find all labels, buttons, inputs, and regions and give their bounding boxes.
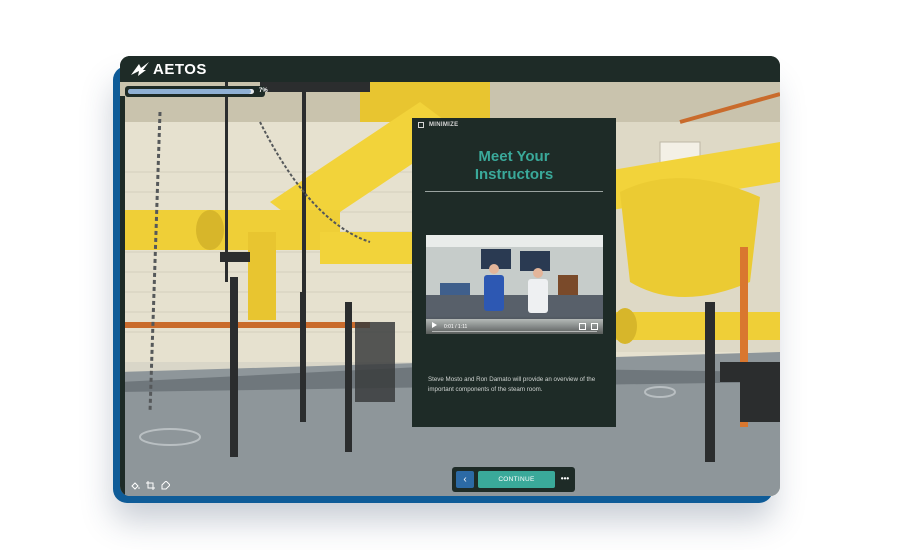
- crop-icon[interactable]: [146, 481, 155, 490]
- modal-description: Steve Mosto and Ron Damato will provide …: [428, 376, 596, 393]
- modal-title: Meet Your Instructors: [412, 148, 616, 184]
- video-control-icons: [579, 323, 598, 330]
- toolbar: [131, 481, 170, 490]
- instructor-video[interactable]: 0:01 / 1:11: [426, 235, 603, 334]
- steam-room-panorama[interactable]: 7% MINIMIZE Meet Your Instructors 0:01 /…: [120, 82, 780, 496]
- aetos-logo: AETOS: [130, 60, 207, 78]
- play-icon[interactable]: [432, 322, 437, 328]
- bottom-nav: ‹ CONTINUE •••: [452, 467, 575, 492]
- progress-track: [128, 89, 254, 94]
- minimize-button[interactable]: MINIMIZE: [418, 122, 458, 128]
- logo-text: AETOS: [153, 60, 207, 78]
- minimize-icon: [418, 122, 424, 128]
- title-divider: [425, 191, 603, 192]
- logo-bird-icon: [131, 62, 149, 76]
- modal-title-line1: Meet Your: [478, 148, 550, 165]
- tour-viewer: AETOS 7% MINIMIZE Meet Your Instructors …: [120, 56, 780, 496]
- modal-title-line2: Instructors: [474, 166, 554, 183]
- continue-button[interactable]: CONTINUE: [478, 471, 555, 488]
- fullscreen-icon[interactable]: [591, 323, 598, 330]
- volume-icon[interactable]: [579, 323, 586, 330]
- more-button[interactable]: •••: [557, 471, 573, 488]
- progress-percent: 7%: [259, 88, 268, 94]
- video-time: 0:01 / 1:11: [444, 324, 468, 330]
- instructors-modal: MINIMIZE Meet Your Instructors 0:01 / 1:…: [412, 118, 616, 427]
- tour-progress: 7%: [125, 86, 268, 97]
- chevron-left-icon: ‹: [463, 474, 467, 485]
- more-dots-icon: •••: [560, 474, 570, 483]
- top-bar: AETOS: [120, 56, 780, 82]
- tag-icon[interactable]: [161, 481, 170, 490]
- minimize-label: MINIMIZE: [429, 122, 459, 128]
- video-scrubber[interactable]: [432, 331, 597, 332]
- progress-fill: [128, 89, 251, 94]
- back-button[interactable]: ‹: [456, 471, 474, 488]
- paint-bucket-icon[interactable]: [131, 481, 140, 490]
- video-controls: 0:01 / 1:11: [426, 316, 603, 334]
